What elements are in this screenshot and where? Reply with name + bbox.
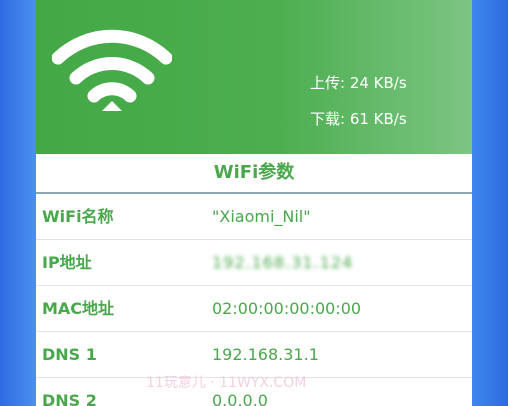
app-window: 上传: 24 KB/s 下载: 61 KB/s WiFi参数 WiFi名称 "X… [36, 0, 472, 406]
download-speed: 下载: 61 KB/s [310, 110, 407, 128]
param-row-ip[interactable]: IP地址 192.168.31.124 [36, 240, 472, 286]
wifi-status-header: 上传: 24 KB/s 下载: 61 KB/s [36, 0, 472, 154]
param-value: 02:00:00:00:00:00 [212, 299, 362, 318]
param-value: "Xiaomi_Nil" [212, 207, 311, 226]
param-label: DNS 2 [42, 391, 97, 406]
param-value: 192.168.31.124 [212, 253, 354, 272]
param-label: WiFi名称 [42, 207, 114, 226]
desktop-background-left [0, 0, 36, 406]
param-label: MAC地址 [42, 299, 115, 318]
section-title: WiFi参数 [36, 154, 472, 192]
param-label: DNS 1 [42, 345, 97, 364]
desktop-background-right [472, 0, 508, 406]
param-value: 192.168.31.1 [212, 345, 319, 364]
watermark: 11玩意儿 · 11WYX.COM [146, 375, 307, 391]
wifi-icon [52, 29, 172, 111]
upload-speed: 上传: 24 KB/s [310, 74, 407, 92]
param-row-mac[interactable]: MAC地址 02:00:00:00:00:00 [36, 286, 472, 332]
param-label: IP地址 [42, 253, 92, 272]
param-row-ssid[interactable]: WiFi名称 "Xiaomi_Nil" [36, 194, 472, 240]
